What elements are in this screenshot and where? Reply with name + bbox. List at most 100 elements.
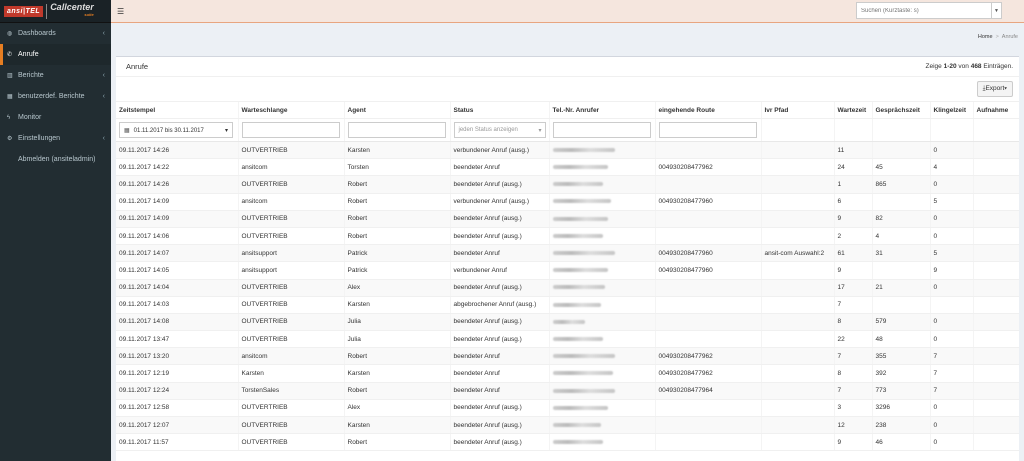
sidebar-item-dashboards[interactable]: ◍ Dashboards ‹	[0, 23, 111, 44]
table-body: 09.11.2017 14:26 OUTVERTRIEB Karsten verbun…	[116, 141, 1019, 452]
caller-cell	[548, 296, 655, 314]
caller-cell	[548, 399, 655, 418]
column-header[interactable]: Ivr Pfad	[760, 101, 834, 119]
column-header[interactable]: Status	[449, 101, 549, 119]
ivr-path-cell	[760, 433, 834, 452]
menu-toggle-icon[interactable]: ☰	[117, 7, 124, 16]
timestamp-cell: 09.11.2017 12:24	[116, 382, 238, 400]
recording-cell	[972, 296, 1019, 314]
caller-cell	[548, 330, 655, 349]
recording-cell	[972, 141, 1019, 160]
sidebar-item-monitor[interactable]: ϟ Monitor	[0, 107, 111, 128]
table-row[interactable]: 09.11.2017 14:04 OUTVERTRIEB Alex beendeter…	[116, 279, 1019, 297]
sidebar-item-berichte[interactable]: ▥ Berichte ‹	[0, 65, 111, 86]
dashboard-icon: ◍	[7, 31, 13, 37]
recording-cell	[972, 227, 1019, 246]
panel-title: Anrufe	[126, 62, 149, 71]
recording-cell	[972, 330, 1019, 349]
column-header[interactable]: Wartezeit	[833, 101, 872, 119]
table-row[interactable]: 09.11.2017 12:24 TorstenSales Robert beende…	[116, 382, 1019, 400]
ivr-path-cell: ansit-com Auswahl:2	[760, 244, 834, 263]
caret-down-icon: ▾	[1004, 85, 1007, 92]
sidebar-item-benutzerdef-berichte[interactable]: ▦ benutzerdef. Berichte ‹	[0, 86, 111, 107]
column-header[interactable]: eingehende Route	[654, 101, 761, 119]
ivr-path-cell	[760, 141, 834, 160]
talk-time-cell: 3296	[871, 399, 930, 418]
ring-time-cell: 0	[929, 330, 973, 349]
table-row[interactable]: 09.11.2017 14:03 OUTVERTRIEB Karsten abgebr…	[116, 296, 1019, 314]
queue-filter-input[interactable]	[241, 122, 340, 138]
filter-cell-caller	[548, 118, 655, 142]
breadcrumb: Home > Anrufe	[978, 34, 1018, 40]
queue-cell: OUTVERTRIEB	[237, 296, 344, 314]
redacted-phone-number	[552, 440, 603, 445]
column-header[interactable]: Agent	[343, 101, 450, 119]
app-logo[interactable]: ansi|TEL Callcenter suite	[0, 0, 111, 23]
table-row[interactable]: 09.11.2017 12:58 OUTVERTRIEB Alex beendeter…	[116, 399, 1019, 418]
ring-time-cell: 4	[929, 158, 973, 177]
talk-time-cell: 392	[871, 364, 930, 383]
logo-divider	[46, 3, 48, 19]
filter-cell-empty	[760, 118, 834, 142]
column-header[interactable]: Klingelzeit	[929, 101, 973, 119]
route-cell: 004930208477960	[654, 193, 761, 211]
filter-cell-route	[654, 118, 761, 142]
route-cell	[654, 433, 761, 452]
timestamp-cell: 09.11.2017 12:58	[116, 399, 238, 418]
queue-cell: OUTVERTRIEB	[237, 416, 344, 435]
route-filter-input[interactable]	[658, 122, 757, 138]
column-header[interactable]: Warteschlange	[237, 101, 344, 119]
search-input[interactable]	[857, 3, 991, 18]
route-cell: 004930208477962	[654, 158, 761, 177]
table-row[interactable]: 09.11.2017 14:09 OUTVERTRIEB Robert beendet…	[116, 210, 1019, 228]
sidebar-item-abmelden-ansiteladmin[interactable]: Abmelden (ansiteladmin)	[0, 149, 111, 170]
ivr-path-cell	[760, 193, 834, 211]
table-row[interactable]: 09.11.2017 12:19 Karsten Karsten beendeter …	[116, 364, 1019, 383]
breadcrumb-home[interactable]: Home	[978, 34, 993, 40]
agent-cell: Julia	[343, 330, 450, 349]
redacted-phone-number	[552, 147, 615, 152]
table-row[interactable]: 09.11.2017 12:07 OUTVERTRIEB Karsten beende…	[116, 416, 1019, 435]
table-row[interactable]: 09.11.2017 14:26 OUTVERTRIEB Karsten verbun…	[116, 141, 1019, 160]
table-row[interactable]: 09.11.2017 14:09 ansitcom Robert verbundene…	[116, 193, 1019, 211]
sidebar-item-anrufe[interactable]: ✆ Anrufe	[0, 44, 111, 65]
column-header[interactable]: Gesprächszeit	[871, 101, 930, 119]
global-search[interactable]: ▼	[856, 2, 1002, 19]
agent-filter-input[interactable]	[347, 122, 446, 138]
wait-time-cell: 22	[833, 330, 872, 349]
table-row[interactable]: 09.11.2017 14:07 ansitsupport Patrick beend…	[116, 244, 1019, 263]
redacted-phone-number	[552, 371, 613, 376]
talk-time-cell: 238	[871, 416, 930, 435]
caller-filter-input[interactable]	[552, 122, 651, 138]
redacted-phone-number	[552, 251, 615, 255]
recording-cell	[972, 210, 1019, 228]
queue-cell: OUTVERTRIEB	[237, 330, 344, 349]
status-filter-select[interactable]: jeden Status anzeigen ▾	[453, 122, 546, 138]
column-header[interactable]: Tel.-Nr. Anrufer	[548, 101, 655, 119]
ivr-path-cell	[760, 347, 834, 366]
table-row[interactable]: 09.11.2017 14:08 OUTVERTRIEB Julia beendete…	[116, 313, 1019, 332]
caret-down-icon: ▾	[224, 127, 228, 134]
table-row[interactable]: 09.11.2017 14:05 ansitsupport Patrick verbu…	[116, 261, 1019, 280]
chevron-down-icon[interactable]: ▼	[991, 3, 1001, 18]
recording-cell	[972, 244, 1019, 263]
caller-cell	[548, 227, 655, 246]
sidebar-item-einstellungen[interactable]: ⚙ Einstellungen ‹	[0, 128, 111, 149]
table-row[interactable]: 09.11.2017 14:06 OUTVERTRIEB Robert beendet…	[116, 227, 1019, 246]
export-button[interactable]: ⤓Export▾	[976, 81, 1013, 97]
table-row[interactable]: 09.11.2017 14:26 OUTVERTRIEB Robert beendet…	[116, 175, 1019, 194]
sidebar-item-label: Dashboards	[18, 30, 56, 37]
column-header[interactable]: Zeitstempel	[116, 101, 238, 119]
sidebar-item-label: Anrufe	[18, 51, 39, 58]
table-row[interactable]: 09.11.2017 13:47 OUTVERTRIEB Julia beendete…	[116, 330, 1019, 349]
column-header[interactable]: Aufnahme	[972, 101, 1019, 119]
recording-cell	[972, 313, 1019, 332]
gears-icon: ⚙	[7, 136, 13, 142]
wait-time-cell: 8	[833, 313, 872, 332]
table-row[interactable]: 09.11.2017 14:22 ansitcom Torsten beendeter…	[116, 158, 1019, 177]
date-range-filter[interactable]: ▦ 01.11.2017 bis 30.11.2017 ▾	[119, 122, 233, 138]
route-cell	[654, 399, 761, 418]
ring-time-cell: 0	[929, 433, 973, 452]
table-row[interactable]: 09.11.2017 11:57 OUTVERTRIEB Robert beendet…	[116, 433, 1019, 452]
table-row[interactable]: 09.11.2017 13:20 ansitcom Robert beendeter …	[116, 347, 1019, 366]
